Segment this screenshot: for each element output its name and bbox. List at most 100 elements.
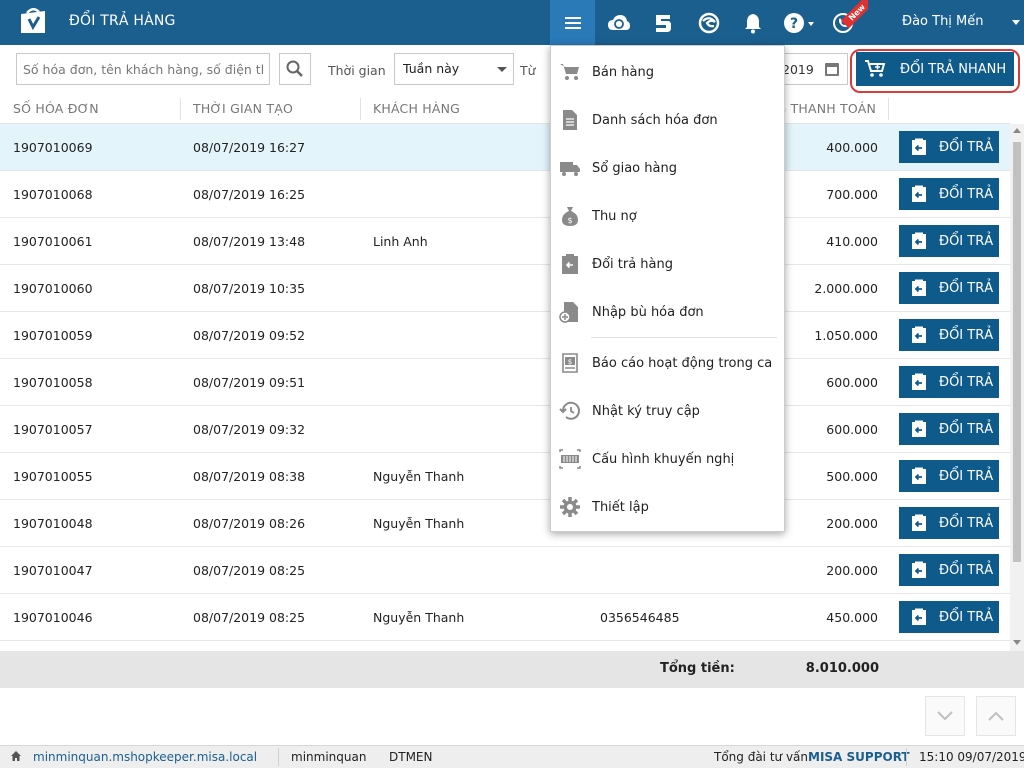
created-time-cell: 08/07/2019 08:25: [193, 563, 306, 578]
return-button[interactable]: ĐỔI TRẢ: [899, 319, 999, 351]
menu-divider: [591, 337, 777, 338]
chevron-down-icon[interactable]: [1012, 20, 1020, 25]
table-row[interactable]: 1907010061 08/07/2019 13:48 Linh Anh 410.00…: [0, 218, 1010, 265]
search-input[interactable]: [16, 53, 270, 85]
user-name-menu[interactable]: Đào Thị Mến: [902, 14, 984, 29]
created-time-cell: 08/07/2019 09:52: [193, 328, 306, 343]
created-time-cell: 08/07/2019 08:26: [193, 516, 306, 531]
misa-support-link[interactable]: MISA SUPPORT: [808, 750, 910, 764]
store-code-label: DTMEN: [389, 750, 433, 764]
table-row[interactable]: 1907010055 08/07/2019 08:38 Nguyễn Thanh 50…: [0, 453, 1010, 500]
scroll-up-arrow-icon[interactable]: [1013, 128, 1021, 133]
app-logo-icon[interactable]: [18, 8, 48, 36]
return-button-label: ĐỔI TRẢ: [939, 421, 994, 437]
menu-item-cau-hinh-khuyen-nghi[interactable]: Cấu hình khuyến nghị: [551, 435, 784, 483]
table-row[interactable]: 1907010059 08/07/2019 09:52 1.050.000 ĐỔI T…: [0, 312, 1010, 359]
table-row[interactable]: 1907010048 08/07/2019 08:26 Nguyễn Thanh 20…: [0, 500, 1010, 547]
search-button[interactable]: [279, 53, 311, 85]
menu-item-thu-no[interactable]: $ Thu nợ: [551, 192, 784, 240]
barcode-config-icon: [559, 448, 581, 470]
hamburger-menu-button[interactable]: [550, 0, 595, 45]
return-button[interactable]: ĐỔI TRẢ: [899, 178, 999, 210]
invoice-number-cell: 1907010046: [13, 610, 93, 625]
menu-item-doi-tra-hang[interactable]: Đổi trả hàng: [551, 240, 784, 288]
menu-item-label: Đổi trả hàng: [592, 256, 674, 272]
return-button[interactable]: ĐỔI TRẢ: [899, 272, 999, 304]
return-clipboard-icon: [911, 279, 927, 297]
menu-item-label: Cấu hình khuyến nghị: [592, 451, 735, 467]
status-bar: minminquan.mshopkeeper.misa.local minmin…: [0, 745, 1024, 768]
column-header-customer[interactable]: KHÁCH HÀNG: [373, 101, 460, 116]
return-button-label: ĐỔI TRẢ: [939, 186, 994, 202]
notifications-button[interactable]: [730, 0, 775, 45]
home-icon[interactable]: [10, 750, 22, 765]
menu-item-label: Thiết lập: [592, 499, 649, 515]
site-link[interactable]: minminquan.mshopkeeper.misa.local: [33, 750, 257, 764]
table-row[interactable]: 1907010058 08/07/2019 09:51 600.000 ĐỔI TRẢ: [0, 359, 1010, 406]
swirl-button[interactable]: [686, 0, 731, 45]
table-row[interactable]: 1907010047 08/07/2019 08:25 200.000 ĐỔI TRẢ: [0, 547, 1010, 594]
menu-item-label: Danh sách hóa đơn: [592, 112, 718, 128]
menu-item-so-giao-hang[interactable]: Sổ giao hàng: [551, 144, 784, 192]
table-row[interactable]: 1907010069 08/07/2019 16:27 400.000 ĐỔI TRẢ: [0, 124, 1010, 171]
menu-item-nhat-ky-truy-cap[interactable]: Nhật ký truy cập: [551, 387, 784, 435]
cloud-sync-button[interactable]: [596, 0, 641, 45]
svg-text:$: $: [568, 358, 572, 366]
scroll-up-button[interactable]: [976, 696, 1016, 736]
help-button[interactable]: ?: [776, 0, 821, 45]
menu-item-danh-sach-hoa-don[interactable]: Danh sách hóa đơn: [551, 96, 784, 144]
period-select[interactable]: Tuần này: [394, 53, 514, 85]
customer-name-cell: Nguyễn Thanh: [373, 516, 465, 531]
vertical-scrollbar[interactable]: [1010, 124, 1024, 651]
calendar-icon[interactable]: [825, 63, 839, 76]
menu-item-ban-hang[interactable]: Bán hàng: [551, 48, 784, 96]
chevron-down-icon: [497, 67, 507, 72]
return-button[interactable]: ĐỔI TRẢ: [899, 460, 999, 492]
main-menu-dropdown: Bán hàng Danh sách hóa đơn Sổ giao hàng …: [550, 45, 785, 532]
svg-text:$: $: [567, 216, 572, 225]
filter-bar: Thời gian Tuần này Từ 2019 ĐỔI TRẢ NHANH: [0, 45, 1024, 95]
scroll-down-arrow-icon[interactable]: [1013, 640, 1021, 645]
menu-item-bao-cao-hoat-dong[interactable]: $ Báo cáo hoạt động trong ca: [551, 339, 784, 387]
return-button[interactable]: ĐỔI TRẢ: [899, 131, 999, 163]
created-time-cell: 08/07/2019 08:38: [193, 469, 306, 484]
return-button-label: ĐỔI TRẢ: [939, 139, 994, 155]
stamp-button[interactable]: [640, 0, 685, 45]
return-button[interactable]: ĐỔI TRẢ: [899, 507, 999, 539]
s-coin-icon: [655, 14, 671, 32]
table-row[interactable]: 1907010057 08/07/2019 09:32 600.000 ĐỔI TRẢ: [0, 406, 1010, 453]
scroll-thumb[interactable]: [1013, 142, 1021, 562]
return-button[interactable]: ĐỔI TRẢ: [899, 366, 999, 398]
column-header-invoice[interactable]: SỐ HÓA ĐƠN: [13, 101, 99, 116]
svg-text:?: ?: [789, 16, 797, 32]
column-header-amount[interactable]: G THANH TOÁN: [776, 101, 876, 116]
menu-item-thiet-lap[interactable]: Thiết lập: [551, 483, 784, 531]
created-time-cell: 08/07/2019 16:25: [193, 187, 306, 202]
return-button[interactable]: ĐỔI TRẢ: [899, 601, 999, 633]
customer-name-cell: Nguyễn Thanh: [373, 469, 465, 484]
invoice-number-cell: 1907010057: [13, 422, 93, 437]
column-header-time[interactable]: THỜI GIAN TẠO: [193, 101, 293, 116]
amount-cell: 200.000: [826, 516, 878, 531]
help-icon: ?: [783, 12, 814, 33]
return-button[interactable]: ĐỔI TRẢ: [899, 413, 999, 445]
menu-item-nhap-bu-hoa-don[interactable]: Nhập bù hóa đơn: [551, 288, 784, 336]
table-row[interactable]: 1907010068 08/07/2019 16:25 700.000 ĐỔI TRẢ: [0, 171, 1010, 218]
date-to-value: 2019: [782, 62, 814, 77]
created-time-cell: 08/07/2019 09:51: [193, 375, 306, 390]
column-divider: [360, 98, 361, 120]
return-button-label: ĐỔI TRẢ: [939, 515, 994, 531]
table-row[interactable]: 1907010046 08/07/2019 08:25 Nguyễn Thanh 03…: [0, 594, 1010, 641]
swirl-icon: [698, 12, 719, 33]
invoice-number-cell: 1907010047: [13, 563, 93, 578]
table-row[interactable]: 1907010060 08/07/2019 10:35 2.000.000 ĐỔI T…: [0, 265, 1010, 312]
invoice-number-cell: 1907010058: [13, 375, 93, 390]
scroll-down-button[interactable]: [925, 696, 965, 736]
return-button[interactable]: ĐỔI TRẢ: [899, 225, 999, 257]
customer-name-cell: Nguyễn Thanh: [373, 610, 465, 625]
created-time-cell: 08/07/2019 09:32: [193, 422, 306, 437]
return-clipboard-icon: [911, 420, 927, 438]
app-header: ĐỔI TRẢ HÀNG ? New Đào Thị Mến: [0, 0, 1024, 45]
return-button[interactable]: ĐỔI TRẢ: [899, 554, 999, 586]
invoice-number-cell: 1907010055: [13, 469, 93, 484]
